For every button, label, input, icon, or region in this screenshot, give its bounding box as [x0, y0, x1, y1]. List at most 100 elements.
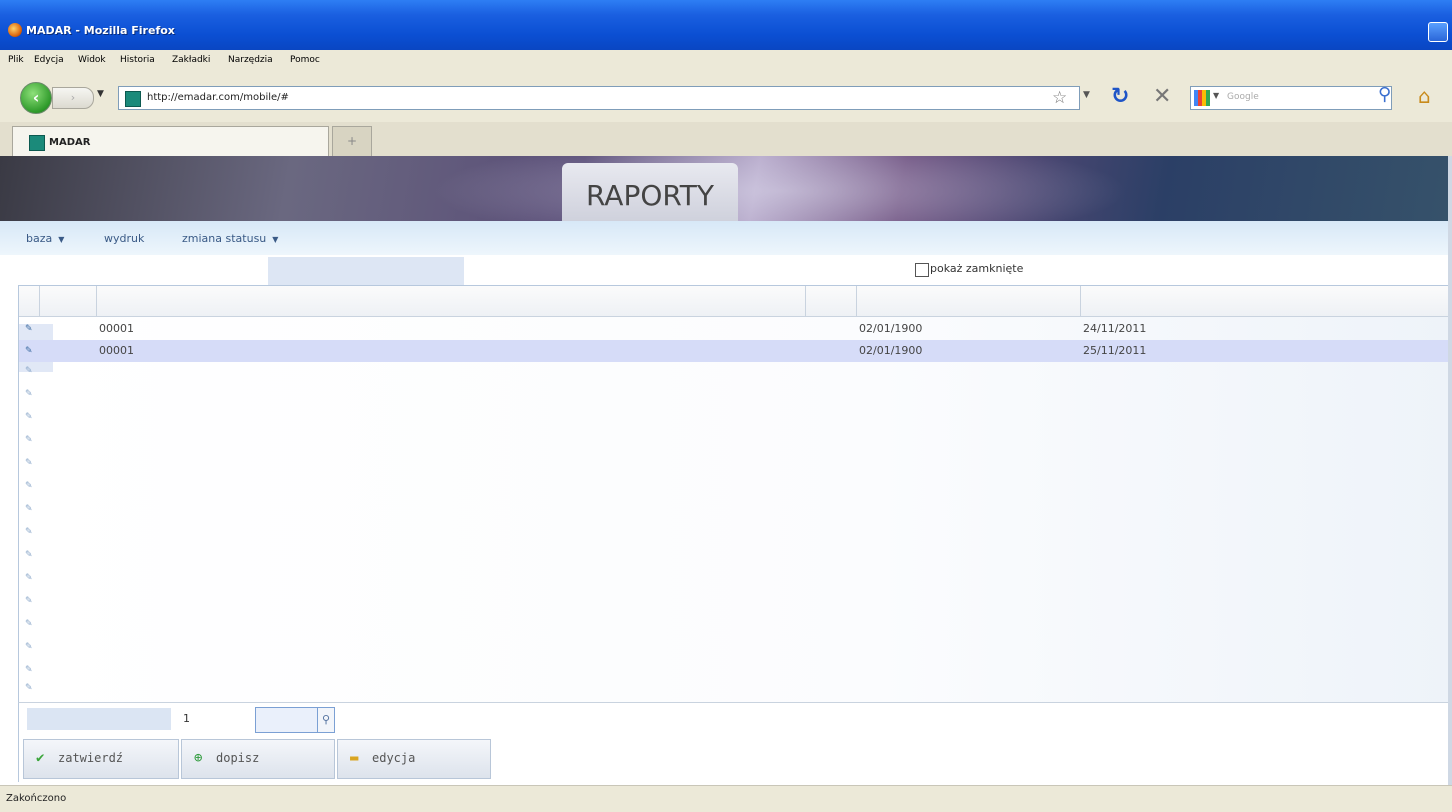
- minimize-button[interactable]: [1428, 22, 1448, 42]
- banner-glow: [430, 156, 1130, 221]
- back-button[interactable]: ‹: [20, 82, 52, 114]
- add-label: dopisz: [216, 751, 260, 765]
- row-date-2: 24/11/2011: [1083, 322, 1147, 335]
- row-edit-icon[interactable]: ✎: [25, 324, 33, 334]
- row-edit-icon: ✎: [25, 550, 33, 560]
- add-button[interactable]: ⊕ dopisz: [181, 739, 335, 779]
- table-row[interactable]: ✎ 00001 02/01/1900 24/11/2011: [19, 318, 1452, 340]
- bookmark-star-icon[interactable]: ☆: [1052, 88, 1067, 108]
- stop-icon[interactable]: ✕: [1153, 84, 1171, 109]
- chevron-down-icon: ▼: [58, 235, 65, 244]
- row-date-1: 02/01/1900: [859, 344, 923, 357]
- home-icon[interactable]: ⌂: [1418, 84, 1431, 108]
- forward-button[interactable]: ›: [52, 87, 94, 109]
- menu-item-plik[interactable]: Plik: [8, 55, 24, 65]
- tab-madar[interactable]: MADAR: [12, 126, 329, 157]
- row-edit-icon[interactable]: ✎: [25, 346, 33, 356]
- menu-wydruk[interactable]: wydruk: [104, 232, 144, 245]
- row-edit-icon: ✎: [25, 412, 33, 422]
- menu-bar: Plik Edycja Widok Historia Zakładki Narz…: [0, 50, 1452, 72]
- navigation-bar: ‹ › ▼ http://emadar.com/mobile/# ☆ ▼ ↻ ✕…: [0, 72, 1452, 123]
- row-edit-icon: ✎: [25, 366, 33, 376]
- filter-field[interactable]: [268, 257, 464, 285]
- action-bar: ✔ zatwierdź ⊕ dopisz ▬ edycja: [18, 734, 1452, 782]
- row-edit-icon: ✎: [25, 665, 33, 675]
- row-edit-icon: ✎: [25, 435, 33, 445]
- row-edit-icon: ✎: [25, 527, 33, 537]
- row-edit-icon: ✎: [25, 504, 33, 514]
- new-tab-button[interactable]: +: [332, 126, 372, 157]
- row-edit-icon: ✎: [25, 683, 33, 693]
- menu-item-zakladki[interactable]: Zakładki: [172, 55, 210, 65]
- menu-zmiana-statusu[interactable]: zmiana statusu ▼: [182, 232, 278, 245]
- menu-item-pomoc[interactable]: Pomoc: [290, 55, 320, 65]
- status-bar: Zakończono: [0, 785, 1452, 812]
- menu-item-historia[interactable]: Historia: [120, 55, 155, 65]
- row-edit-icon: ✎: [25, 619, 33, 629]
- menu-baza[interactable]: baza ▼: [26, 232, 64, 245]
- firefox-logo-icon: [8, 23, 22, 37]
- edit-label: edycja: [372, 751, 416, 765]
- grid-col-icon[interactable]: [19, 286, 40, 316]
- confirm-label: zatwierdź: [58, 751, 124, 765]
- bookmark-dropdown-icon[interactable]: ▼: [1083, 90, 1090, 100]
- tab-favicon-icon: [29, 135, 45, 151]
- row-edit-icon: ✎: [25, 458, 33, 468]
- filter-row: pokaż zamknięte: [0, 255, 1452, 285]
- page-banner: RAPORTY: [0, 156, 1452, 221]
- show-closed-label: pokaż zamknięte: [930, 262, 1024, 275]
- site-favicon-icon: [125, 91, 141, 107]
- search-icon[interactable]: ⚲: [1378, 84, 1391, 105]
- tab-bar: MADAR +: [0, 122, 1452, 157]
- grid-col-4[interactable]: [857, 286, 1081, 316]
- check-icon: ✔: [36, 750, 45, 766]
- confirm-button[interactable]: ✔ zatwierdź: [23, 739, 179, 779]
- tab-title: MADAR: [49, 137, 91, 148]
- search-input[interactable]: ▼ Google: [1190, 86, 1392, 110]
- menu-baza-label: baza: [26, 232, 53, 245]
- menu-item-edycja[interactable]: Edycja: [34, 55, 64, 65]
- google-logo-icon: [1194, 90, 1210, 106]
- window-title: MADAR - Mozilla Firefox: [26, 24, 175, 37]
- row-edit-icon: ✎: [25, 481, 33, 491]
- url-text[interactable]: http://emadar.com/mobile/#: [147, 92, 289, 103]
- page-number: 1: [183, 712, 190, 725]
- grid-col-1[interactable]: [40, 286, 97, 316]
- plus-icon: ⊕: [194, 750, 203, 766]
- grid-col-5[interactable]: [1081, 286, 1452, 316]
- history-dropdown-icon[interactable]: ▼: [97, 89, 104, 99]
- status-text: Zakończono: [6, 793, 67, 804]
- row-edit-icon: ✎: [25, 573, 33, 583]
- menu-item-widok[interactable]: Widok: [78, 55, 106, 65]
- grid-pager: 1 ⚲: [18, 702, 1452, 735]
- grid-header: [19, 286, 1452, 317]
- page-title: RAPORTY: [562, 163, 738, 221]
- grid-col-2[interactable]: [97, 286, 806, 316]
- chevron-down-icon: ▼: [272, 235, 279, 244]
- grid-col-3[interactable]: [806, 286, 857, 316]
- search-engine-dropdown-icon[interactable]: ▼: [1213, 91, 1219, 100]
- menu-zmiana-label: zmiana statusu: [182, 232, 267, 245]
- row-id: 00001: [99, 322, 134, 335]
- row-date-2: 25/11/2011: [1083, 344, 1147, 357]
- window-title-bar: MADAR - Mozilla Firefox: [0, 0, 1452, 50]
- row-edit-icon: ✎: [25, 596, 33, 606]
- show-closed-checkbox[interactable]: [915, 263, 929, 277]
- search-icon[interactable]: ⚲: [317, 707, 335, 733]
- edit-button[interactable]: ▬ edycja: [337, 739, 491, 779]
- scroll-edge: [1448, 156, 1452, 785]
- row-edit-icon: ✎: [25, 642, 33, 652]
- menu-item-narzedzia[interactable]: Narzędzia: [228, 55, 273, 65]
- row-date-1: 02/01/1900: [859, 322, 923, 335]
- pager-shade: [27, 708, 171, 730]
- reports-grid: ✎ 00001 02/01/1900 24/11/2011 ✎ 00001 02…: [18, 285, 1452, 703]
- search-placeholder: Google: [1227, 92, 1259, 102]
- table-row[interactable]: ✎ 00001 02/01/1900 25/11/2011: [19, 340, 1452, 362]
- row-edit-icon: ✎: [25, 389, 33, 399]
- page-search-input[interactable]: [255, 707, 319, 733]
- folder-icon: ▬: [350, 750, 359, 766]
- row-id: 00001: [99, 344, 134, 357]
- reload-icon[interactable]: ↻: [1111, 84, 1129, 109]
- url-bar[interactable]: http://emadar.com/mobile/#: [118, 86, 1080, 110]
- app-menu-bar: baza ▼ wydruk zmiana statusu ▼: [0, 221, 1452, 256]
